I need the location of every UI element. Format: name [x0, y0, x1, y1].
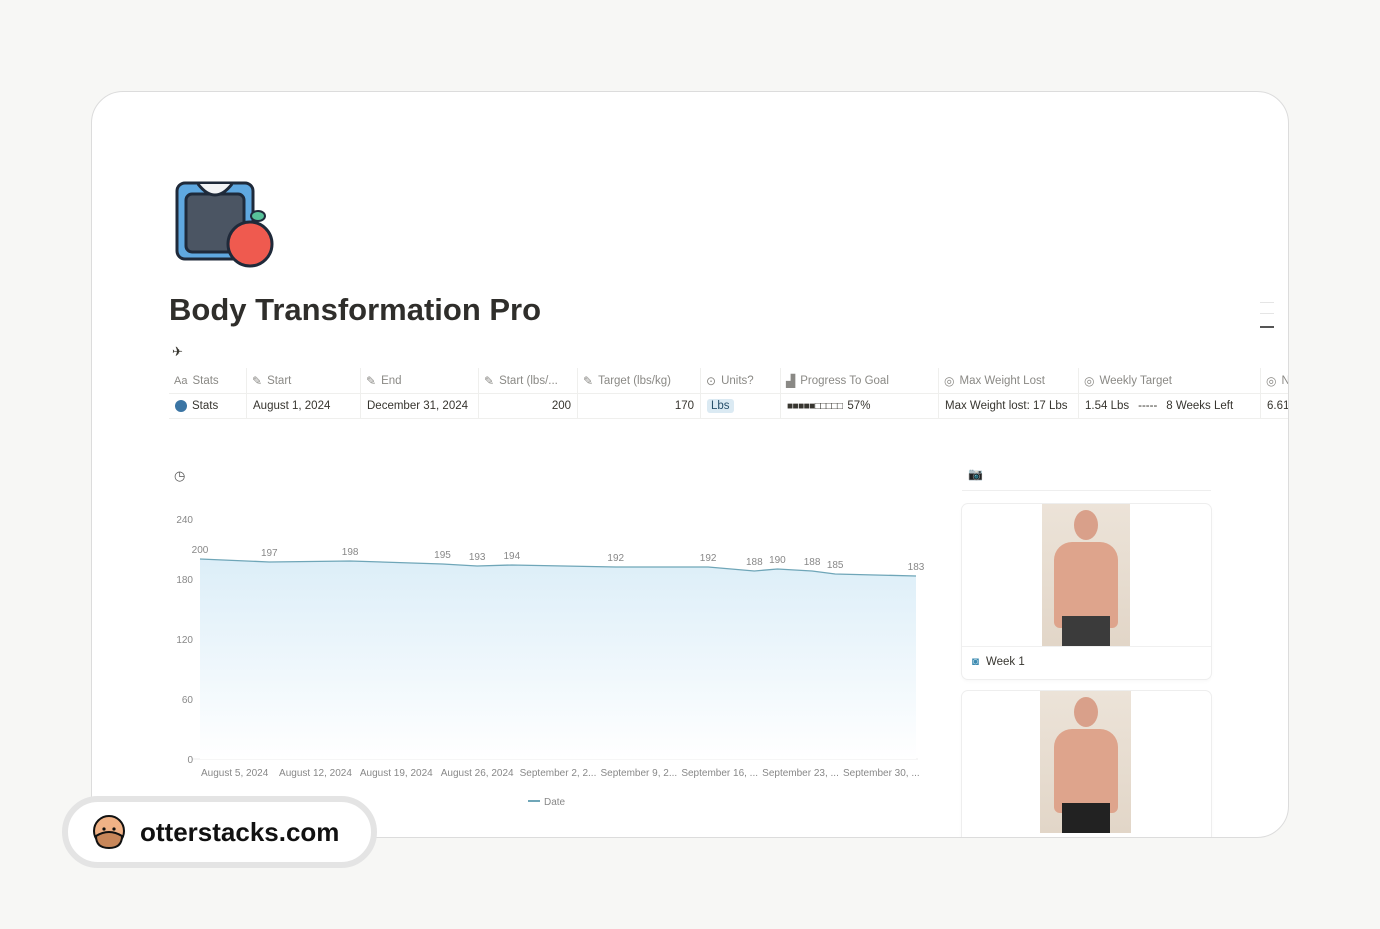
- data-label: 198: [342, 547, 359, 558]
- x-tick-label: August 5, 2024: [201, 768, 269, 779]
- column-header[interactable]: ✎ Start (lbs/...: [479, 368, 578, 393]
- table-cell[interactable]: December 31, 2024: [361, 393, 479, 419]
- stats-dot-icon: [175, 400, 187, 412]
- data-label: 183: [908, 562, 925, 573]
- legend-label: Date: [544, 797, 566, 808]
- data-label: 197: [261, 548, 278, 559]
- select-icon: ⊙: [706, 373, 717, 388]
- table-cell[interactable]: Lbs: [701, 393, 781, 419]
- y-tick-label: 0: [187, 755, 193, 766]
- data-label: 192: [607, 553, 624, 564]
- pencil-icon: ✎: [484, 373, 495, 388]
- text-type-icon: Aa: [174, 374, 188, 387]
- x-tick-label: September 16, ...: [681, 768, 758, 779]
- target-arrow-icon: ◎: [1266, 373, 1277, 388]
- column-header[interactable]: ◎ Weekly Target: [1079, 368, 1261, 393]
- area-fill: [200, 559, 916, 759]
- y-tick-label: 60: [182, 695, 194, 706]
- pencil-icon: ✎: [366, 373, 377, 388]
- data-label: 195: [434, 550, 451, 561]
- toc-icon[interactable]: [1260, 302, 1274, 314]
- table-cell[interactable]: 1.54 Lbs ----- 8 Weeks Left: [1079, 393, 1261, 419]
- bar-icon: ▟: [786, 373, 796, 388]
- x-tick-label: August 12, 2024: [279, 768, 352, 779]
- pencil-icon: ✎: [252, 373, 263, 388]
- y-tick-label: 120: [176, 635, 193, 646]
- target-arrow-icon: ◎: [1084, 373, 1095, 388]
- column-header[interactable]: ✎ Target (lbs/kg): [578, 368, 701, 393]
- x-tick-label: September 9, 2...: [600, 768, 677, 779]
- camera-icon: ◙: [972, 656, 979, 668]
- x-tick-label: September 30, ...: [843, 768, 920, 779]
- data-label: 188: [804, 557, 821, 568]
- progress-bar: ■■■■■□□□□□: [787, 400, 843, 412]
- table-cell[interactable]: August 1, 2024: [247, 393, 361, 419]
- gallery-card[interactable]: ◙ Week 1: [962, 504, 1211, 679]
- column-header[interactable]: ◎ N: [1261, 368, 1288, 393]
- gallery-card[interactable]: [962, 691, 1211, 837]
- column-header[interactable]: ◎ Max Weight Lost: [939, 368, 1079, 393]
- column-header[interactable]: ⊙ Units?: [701, 368, 781, 393]
- data-label: 194: [503, 551, 520, 562]
- toc-active-line: [1260, 326, 1274, 328]
- data-label: 200: [192, 545, 209, 556]
- column-header[interactable]: ✎ End: [361, 368, 479, 393]
- x-tick-label: August 19, 2024: [360, 768, 433, 779]
- progress-photo: [1042, 504, 1130, 646]
- column-header[interactable]: ✎ Start: [247, 368, 361, 393]
- target-icon: ◎: [944, 373, 955, 388]
- data-label: 193: [469, 552, 486, 563]
- progress-photo: [1040, 691, 1131, 833]
- data-label: 185: [827, 560, 844, 571]
- units-tag: Lbs: [707, 399, 734, 413]
- weight-chart: 0 60 120 180 240 200 197 198 195 193 194 192 192 188 1…: [176, 515, 925, 808]
- page-card: Body Transformation Pro ✈ ◷ 0 60 120 180 240…: [91, 91, 1289, 838]
- data-label: 190: [769, 555, 786, 566]
- table-cell[interactable]: 6.61: [1261, 393, 1288, 419]
- x-tick-label: September 2, 2...: [520, 768, 597, 779]
- data-label: 188: [746, 557, 763, 568]
- table-cell[interactable]: 170: [578, 393, 701, 419]
- table-cell[interactable]: Max Weight lost: 17 Lbs: [939, 393, 1079, 419]
- y-tick-label: 180: [176, 575, 193, 586]
- data-label: 192: [700, 553, 717, 564]
- pencil-icon: ✎: [583, 373, 594, 388]
- watermark-badge: otterstacks.com: [62, 796, 377, 868]
- column-header[interactable]: Aa Stats: [169, 368, 247, 393]
- table-cell[interactable]: ■■■■■□□□□□ 57%: [781, 393, 939, 419]
- otter-icon: [93, 815, 125, 850]
- column-header[interactable]: ▟ Progress To Goal: [781, 368, 939, 393]
- camera-icon: 📷: [968, 467, 983, 481]
- table-cell[interactable]: 200: [479, 393, 578, 419]
- x-tick-label: September 23, ...: [762, 768, 839, 779]
- gallery-caption: ◙ Week 1: [972, 656, 1025, 668]
- divider: [962, 490, 1211, 491]
- x-tick-label: August 26, 2024: [441, 768, 514, 779]
- table-cell[interactable]: Stats: [169, 393, 247, 419]
- y-tick-label: 240: [176, 515, 193, 526]
